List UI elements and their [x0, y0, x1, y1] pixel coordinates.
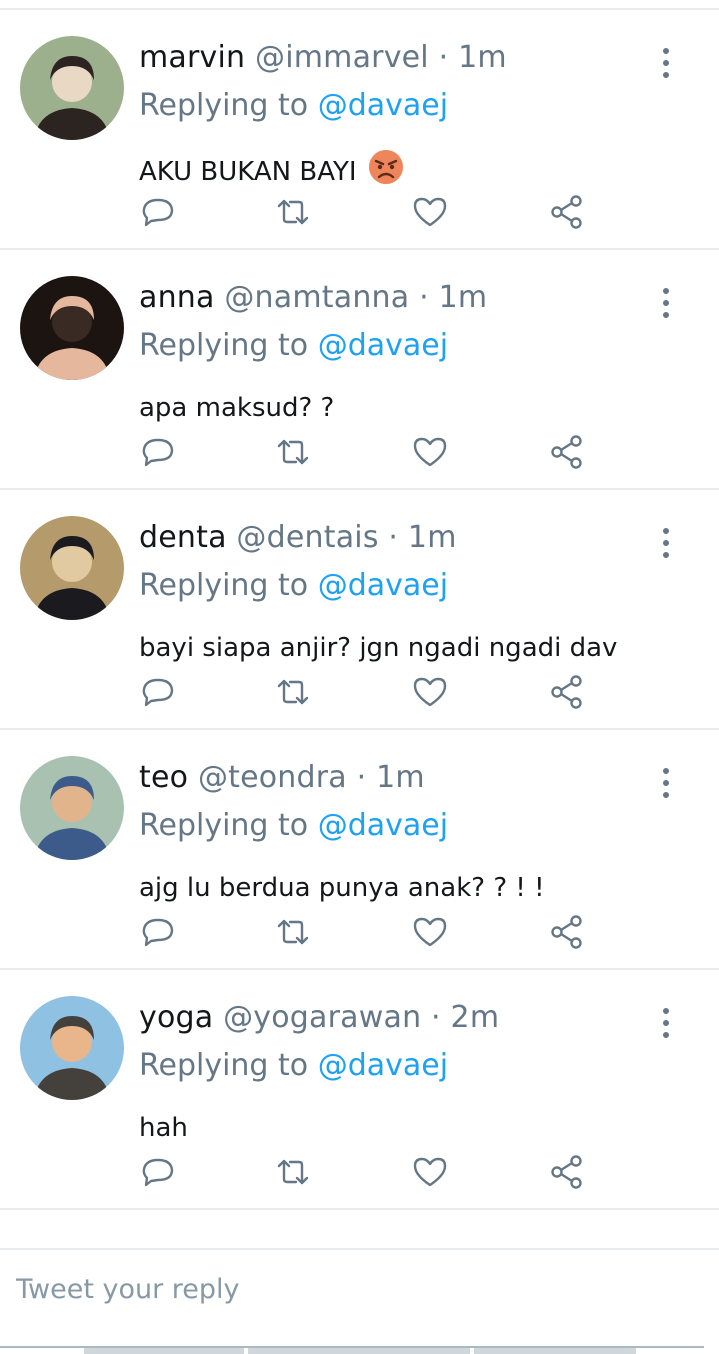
heart-icon[interactable] — [410, 1152, 450, 1192]
tweet-actions — [0, 195, 719, 252]
tweet-header: yoga @yogarawan · 2m — [139, 998, 499, 1038]
timestamp[interactable]: 2m — [451, 1000, 500, 1035]
reply-icon[interactable] — [138, 672, 178, 712]
reply-tweet[interactable]: teo @teondra · 1m Replying to @davaej aj… — [0, 730, 719, 970]
reply-icon[interactable] — [138, 192, 178, 232]
avatar[interactable] — [20, 756, 124, 860]
more-options-icon[interactable] — [654, 766, 678, 800]
replying-to-label: Replying to — [139, 1048, 309, 1083]
tweet-header: anna @namtanna · 1m — [139, 278, 487, 318]
replying-to: Replying to @davaej — [139, 806, 448, 846]
user-handle[interactable]: @teondra — [198, 760, 347, 795]
more-options-icon[interactable] — [654, 46, 678, 80]
retweet-icon[interactable] — [273, 672, 313, 712]
user-handle[interactable]: @immarvel — [255, 40, 429, 75]
angry-face-icon — [368, 150, 403, 184]
tweet-actions — [0, 915, 719, 972]
user-handle[interactable]: @namtanna — [224, 280, 409, 315]
reply-composer — [0, 1250, 704, 1348]
tweet-text-content: ajg lu berdua punya anak? ? ! ! — [139, 873, 545, 903]
retweet-icon[interactable] — [273, 432, 313, 472]
tweet-actions — [0, 675, 719, 732]
display-name[interactable]: denta — [139, 520, 227, 555]
avatar[interactable] — [20, 276, 124, 380]
timestamp[interactable]: 1m — [408, 520, 457, 555]
separator: · — [356, 760, 367, 795]
tweet-text-content: AKU BUKAN BAYI — [139, 157, 357, 187]
tweet-header: denta @dentais · 1m — [139, 518, 457, 558]
heart-icon[interactable] — [410, 192, 450, 232]
heart-icon[interactable] — [410, 432, 450, 472]
reply-icon[interactable] — [138, 1152, 178, 1192]
display-name[interactable]: yoga — [139, 1000, 213, 1035]
timestamp[interactable]: 1m — [458, 40, 507, 75]
replying-to-label: Replying to — [139, 88, 309, 123]
replying-to: Replying to @davaej — [139, 1046, 448, 1086]
user-handle[interactable]: @dentais — [236, 520, 378, 555]
tweet-text: apa maksud? ? — [139, 388, 334, 428]
mention-link[interactable]: @davaej — [318, 328, 448, 363]
avatar[interactable] — [20, 516, 124, 620]
tweet-text: bayi siapa anjir? jgn ngadi ngadi dav — [139, 628, 617, 668]
more-options-icon[interactable] — [654, 286, 678, 320]
separator: · — [438, 40, 449, 75]
timestamp[interactable]: 1m — [376, 760, 425, 795]
user-handle[interactable]: @yogarawan — [223, 1000, 421, 1035]
reply-icon[interactable] — [138, 912, 178, 952]
timestamp[interactable]: 1m — [439, 280, 488, 315]
tweet-header: teo @teondra · 1m — [139, 758, 425, 798]
separator: · — [431, 1000, 441, 1035]
replying-to: Replying to @davaej — [139, 86, 448, 126]
share-icon[interactable] — [547, 192, 587, 232]
keyboard-suggestion-bar — [84, 1348, 636, 1354]
mention-link[interactable]: @davaej — [318, 808, 448, 843]
separator: · — [388, 520, 399, 555]
share-icon[interactable] — [547, 672, 587, 712]
reply-tweet[interactable]: marvin @immarvel · 1m Replying to @davae… — [0, 10, 719, 250]
mention-link[interactable]: @davaej — [318, 88, 448, 123]
tweet-text: ajg lu berdua punya anak? ? ! ! — [139, 868, 545, 908]
retweet-icon[interactable] — [273, 912, 313, 952]
separator: · — [419, 280, 429, 315]
reply-icon[interactable] — [138, 432, 178, 472]
mention-link[interactable]: @davaej — [318, 1048, 448, 1083]
reply-tweet[interactable]: anna @namtanna · 1m Replying to @davaej … — [0, 250, 719, 490]
retweet-icon[interactable] — [273, 192, 313, 232]
retweet-icon[interactable] — [273, 1152, 313, 1192]
tweet-text-content: hah — [139, 1113, 188, 1143]
tweet-text: AKU BUKAN BAYI — [139, 148, 405, 192]
share-icon[interactable] — [547, 912, 587, 952]
tweet-text-content: apa maksud? ? — [139, 393, 335, 423]
mention-link[interactable]: @davaej — [318, 568, 448, 603]
reply-feed: marvin @immarvel · 1m Replying to @davae… — [0, 10, 719, 1210]
tweet-text-content: bayi siapa anjir? jgn ngadi ngadi dav — [139, 633, 618, 663]
replying-to-label: Replying to — [139, 328, 309, 363]
replying-to-label: Replying to — [139, 808, 309, 843]
more-options-icon[interactable] — [654, 526, 678, 560]
replying-to-label: Replying to — [139, 568, 309, 603]
replying-to: Replying to @davaej — [139, 326, 448, 366]
display-name[interactable]: anna — [139, 280, 215, 315]
replying-to: Replying to @davaej — [139, 566, 448, 606]
more-options-icon[interactable] — [654, 1006, 678, 1040]
share-icon[interactable] — [547, 432, 587, 472]
avatar[interactable] — [20, 36, 124, 140]
avatar[interactable] — [20, 996, 124, 1100]
heart-icon[interactable] — [410, 912, 450, 952]
tweet-actions — [0, 435, 719, 492]
display-name[interactable]: teo — [139, 760, 188, 795]
reply-tweet[interactable]: denta @dentais · 1m Replying to @davaej … — [0, 490, 719, 730]
display-name[interactable]: marvin — [139, 40, 245, 75]
heart-icon[interactable] — [410, 672, 450, 712]
tweet-actions — [0, 1155, 719, 1212]
tweet-reply-input[interactable] — [16, 1274, 696, 1305]
reply-tweet[interactable]: yoga @yogarawan · 2m Replying to @davaej… — [0, 970, 719, 1210]
tweet-text: hah — [139, 1108, 188, 1148]
share-icon[interactable] — [547, 1152, 587, 1192]
tweet-header: marvin @immarvel · 1m — [139, 38, 507, 78]
